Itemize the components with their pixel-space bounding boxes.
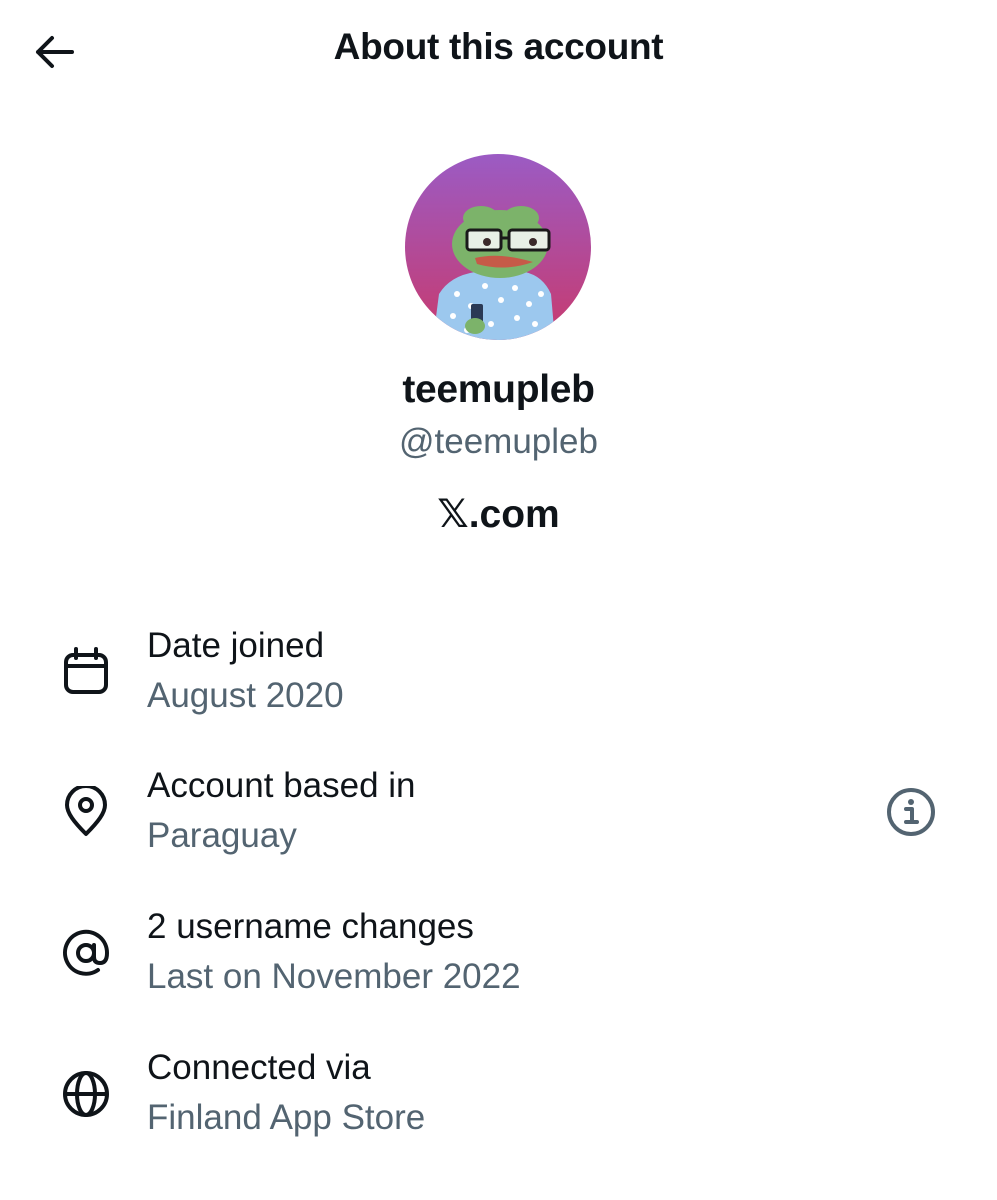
x-logo-icon: 𝕏 [437, 492, 469, 537]
globe-icon [63, 1071, 109, 1117]
at-sign-icon [63, 929, 110, 976]
detail-value: Paraguay [147, 816, 297, 855]
detail-row-username-changes: 2 username changes Last on November 2022 [0, 907, 997, 1027]
detail-row-date-joined: Date joined August 2020 [0, 626, 997, 746]
top-bar: About this account [0, 0, 997, 105]
detail-title: Account based in [147, 766, 416, 805]
detail-title: 2 username changes [147, 907, 474, 946]
detail-title: Connected via [147, 1048, 371, 1087]
avatar[interactable] [405, 154, 591, 340]
location-pin-icon [65, 786, 107, 836]
info-icon[interactable] [884, 785, 938, 839]
platform-label: 𝕏 .com [0, 492, 997, 537]
detail-row-connected-via: Connected via Finland App Store [0, 1048, 997, 1168]
detail-value: August 2020 [147, 676, 344, 715]
avatar-image [405, 154, 591, 340]
page-title: About this account [333, 26, 664, 67]
username-handle: @teemupleb [399, 422, 598, 461]
detail-row-account-based-in: Account based in Paraguay [0, 766, 997, 886]
detail-title: Date joined [147, 626, 325, 665]
platform-suffix: .com [468, 492, 560, 536]
detail-value: Finland App Store [147, 1098, 426, 1137]
calendar-icon [64, 647, 108, 694]
detail-value: Last on November 2022 [147, 957, 521, 996]
display-name: teemupleb [402, 368, 595, 411]
